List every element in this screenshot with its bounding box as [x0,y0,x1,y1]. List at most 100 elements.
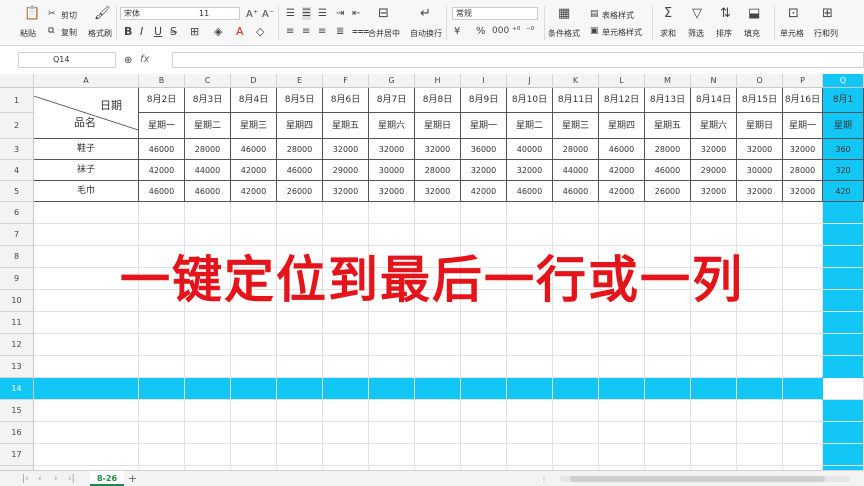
column-header[interactable]: D [231,74,277,88]
product-name-cell[interactable]: 袜子 [34,160,139,181]
cell[interactable] [369,334,415,356]
row-header[interactable]: 14 [0,378,34,400]
row-header[interactable]: 3 [0,139,34,160]
border-icon[interactable]: ⊞ [190,25,199,38]
sales-value-cell[interactable]: 46000 [139,139,185,160]
sales-value-cell[interactable]: 42000 [231,160,277,181]
sales-value-cell[interactable]: 32000 [369,139,415,160]
cell[interactable] [737,356,783,378]
cell[interactable] [461,444,507,466]
cell[interactable] [277,378,323,400]
cell[interactable] [369,444,415,466]
cell[interactable] [231,224,277,246]
zoom-icon[interactable]: ⊕ [124,54,132,67]
wrap-text-icon[interactable]: ↵ [420,7,431,20]
sales-value-cell[interactable]: 44000 [185,160,231,181]
currency-icon[interactable]: ¥ [454,25,460,38]
row-header[interactable]: 11 [0,312,34,334]
weekday-header-cell[interactable]: 星期一 [139,113,185,139]
weekday-header-cell[interactable]: 星期日 [415,113,461,139]
cell[interactable] [691,312,737,334]
cell[interactable] [823,422,864,444]
cell[interactable] [185,400,231,422]
cell[interactable] [507,356,553,378]
align-middle-icon[interactable]: ☰ [302,7,311,20]
cell[interactable] [507,312,553,334]
first-sheet-icon[interactable]: |‹ [22,473,29,486]
format-painter-icon[interactable]: 🖌 [94,7,111,20]
sales-value-cell[interactable]: 36000 [461,139,507,160]
fill-icon[interactable]: ⬓ [748,7,760,20]
cell[interactable] [139,400,185,422]
copy-button[interactable]: 复制 [61,27,77,38]
cell[interactable] [691,378,737,400]
sales-value-cell[interactable]: 46000 [645,160,691,181]
paste-icon[interactable]: 📋 [24,7,40,20]
indent-icon[interactable]: ⇥ [336,7,344,20]
date-header-cell[interactable]: 8月3日 [185,88,231,113]
increase-decimal-icon[interactable]: ⁺⁰ [512,25,520,38]
cell[interactable] [553,312,599,334]
cell[interactable] [185,224,231,246]
date-header-cell[interactable]: 8月11日 [553,88,599,113]
strikethrough-icon[interactable]: S̶ [170,25,177,38]
cell[interactable] [139,444,185,466]
cell[interactable] [823,356,864,378]
name-box[interactable]: Q14 [18,52,116,68]
diagonal-header-cell[interactable]: 日期 品名 [34,88,139,139]
weekday-header-cell[interactable]: 星期三 [231,113,277,139]
cell[interactable] [323,202,369,224]
cell[interactable] [369,400,415,422]
date-header-cell[interactable]: 8月2日 [139,88,185,113]
conditional-format-icon[interactable]: ▦ [558,7,570,20]
sales-value-cell[interactable]: 32000 [415,139,461,160]
font-size-select[interactable]: 11 [196,7,240,20]
sales-value-cell[interactable]: 28000 [553,139,599,160]
cell[interactable] [507,202,553,224]
cell[interactable] [599,422,645,444]
cell[interactable] [277,356,323,378]
prev-sheet-icon[interactable]: ‹ [38,473,42,486]
cell[interactable] [599,378,645,400]
row-header[interactable]: 17 [0,444,34,466]
cell[interactable] [737,334,783,356]
row-col-button[interactable]: 行和列 [814,28,838,39]
column-header[interactable]: F [323,74,369,88]
cell[interactable] [599,444,645,466]
decrease-decimal-icon[interactable]: ⁻⁰ [526,25,534,38]
format-painter-button[interactable]: 格式刷 [88,28,112,39]
cell[interactable] [691,202,737,224]
cell[interactable] [415,378,461,400]
cell[interactable] [645,312,691,334]
cell[interactable] [737,224,783,246]
cell[interactable] [461,334,507,356]
cell[interactable] [783,356,823,378]
cell[interactable] [415,444,461,466]
date-header-cell[interactable]: 8月14日 [691,88,737,113]
weekday-header-cell[interactable]: 星期四 [599,113,645,139]
date-header-cell[interactable]: 8月13日 [645,88,691,113]
row-header[interactable]: 5 [0,181,34,202]
weekday-header-cell[interactable]: 星期日 [737,113,783,139]
sales-value-cell[interactable]: 32000 [323,181,369,202]
cell[interactable] [277,400,323,422]
column-header[interactable]: E [277,74,323,88]
cell[interactable] [139,312,185,334]
sales-value-cell[interactable]: 42000 [599,160,645,181]
sales-value-cell[interactable]: 46000 [507,181,553,202]
sales-value-cell[interactable]: 32000 [369,181,415,202]
cell[interactable] [323,422,369,444]
merge-center-button[interactable]: 合并居中 [368,28,400,39]
cell[interactable] [461,400,507,422]
cell[interactable] [323,400,369,422]
cell[interactable] [323,378,369,400]
cell[interactable] [599,224,645,246]
column-header[interactable]: M [645,74,691,88]
weekday-header-cell[interactable]: 星期五 [323,113,369,139]
cell[interactable] [231,422,277,444]
cell[interactable] [231,202,277,224]
cell[interactable] [34,202,139,224]
cell[interactable] [691,224,737,246]
product-name-cell[interactable]: 鞋子 [34,139,139,160]
cell[interactable] [139,202,185,224]
